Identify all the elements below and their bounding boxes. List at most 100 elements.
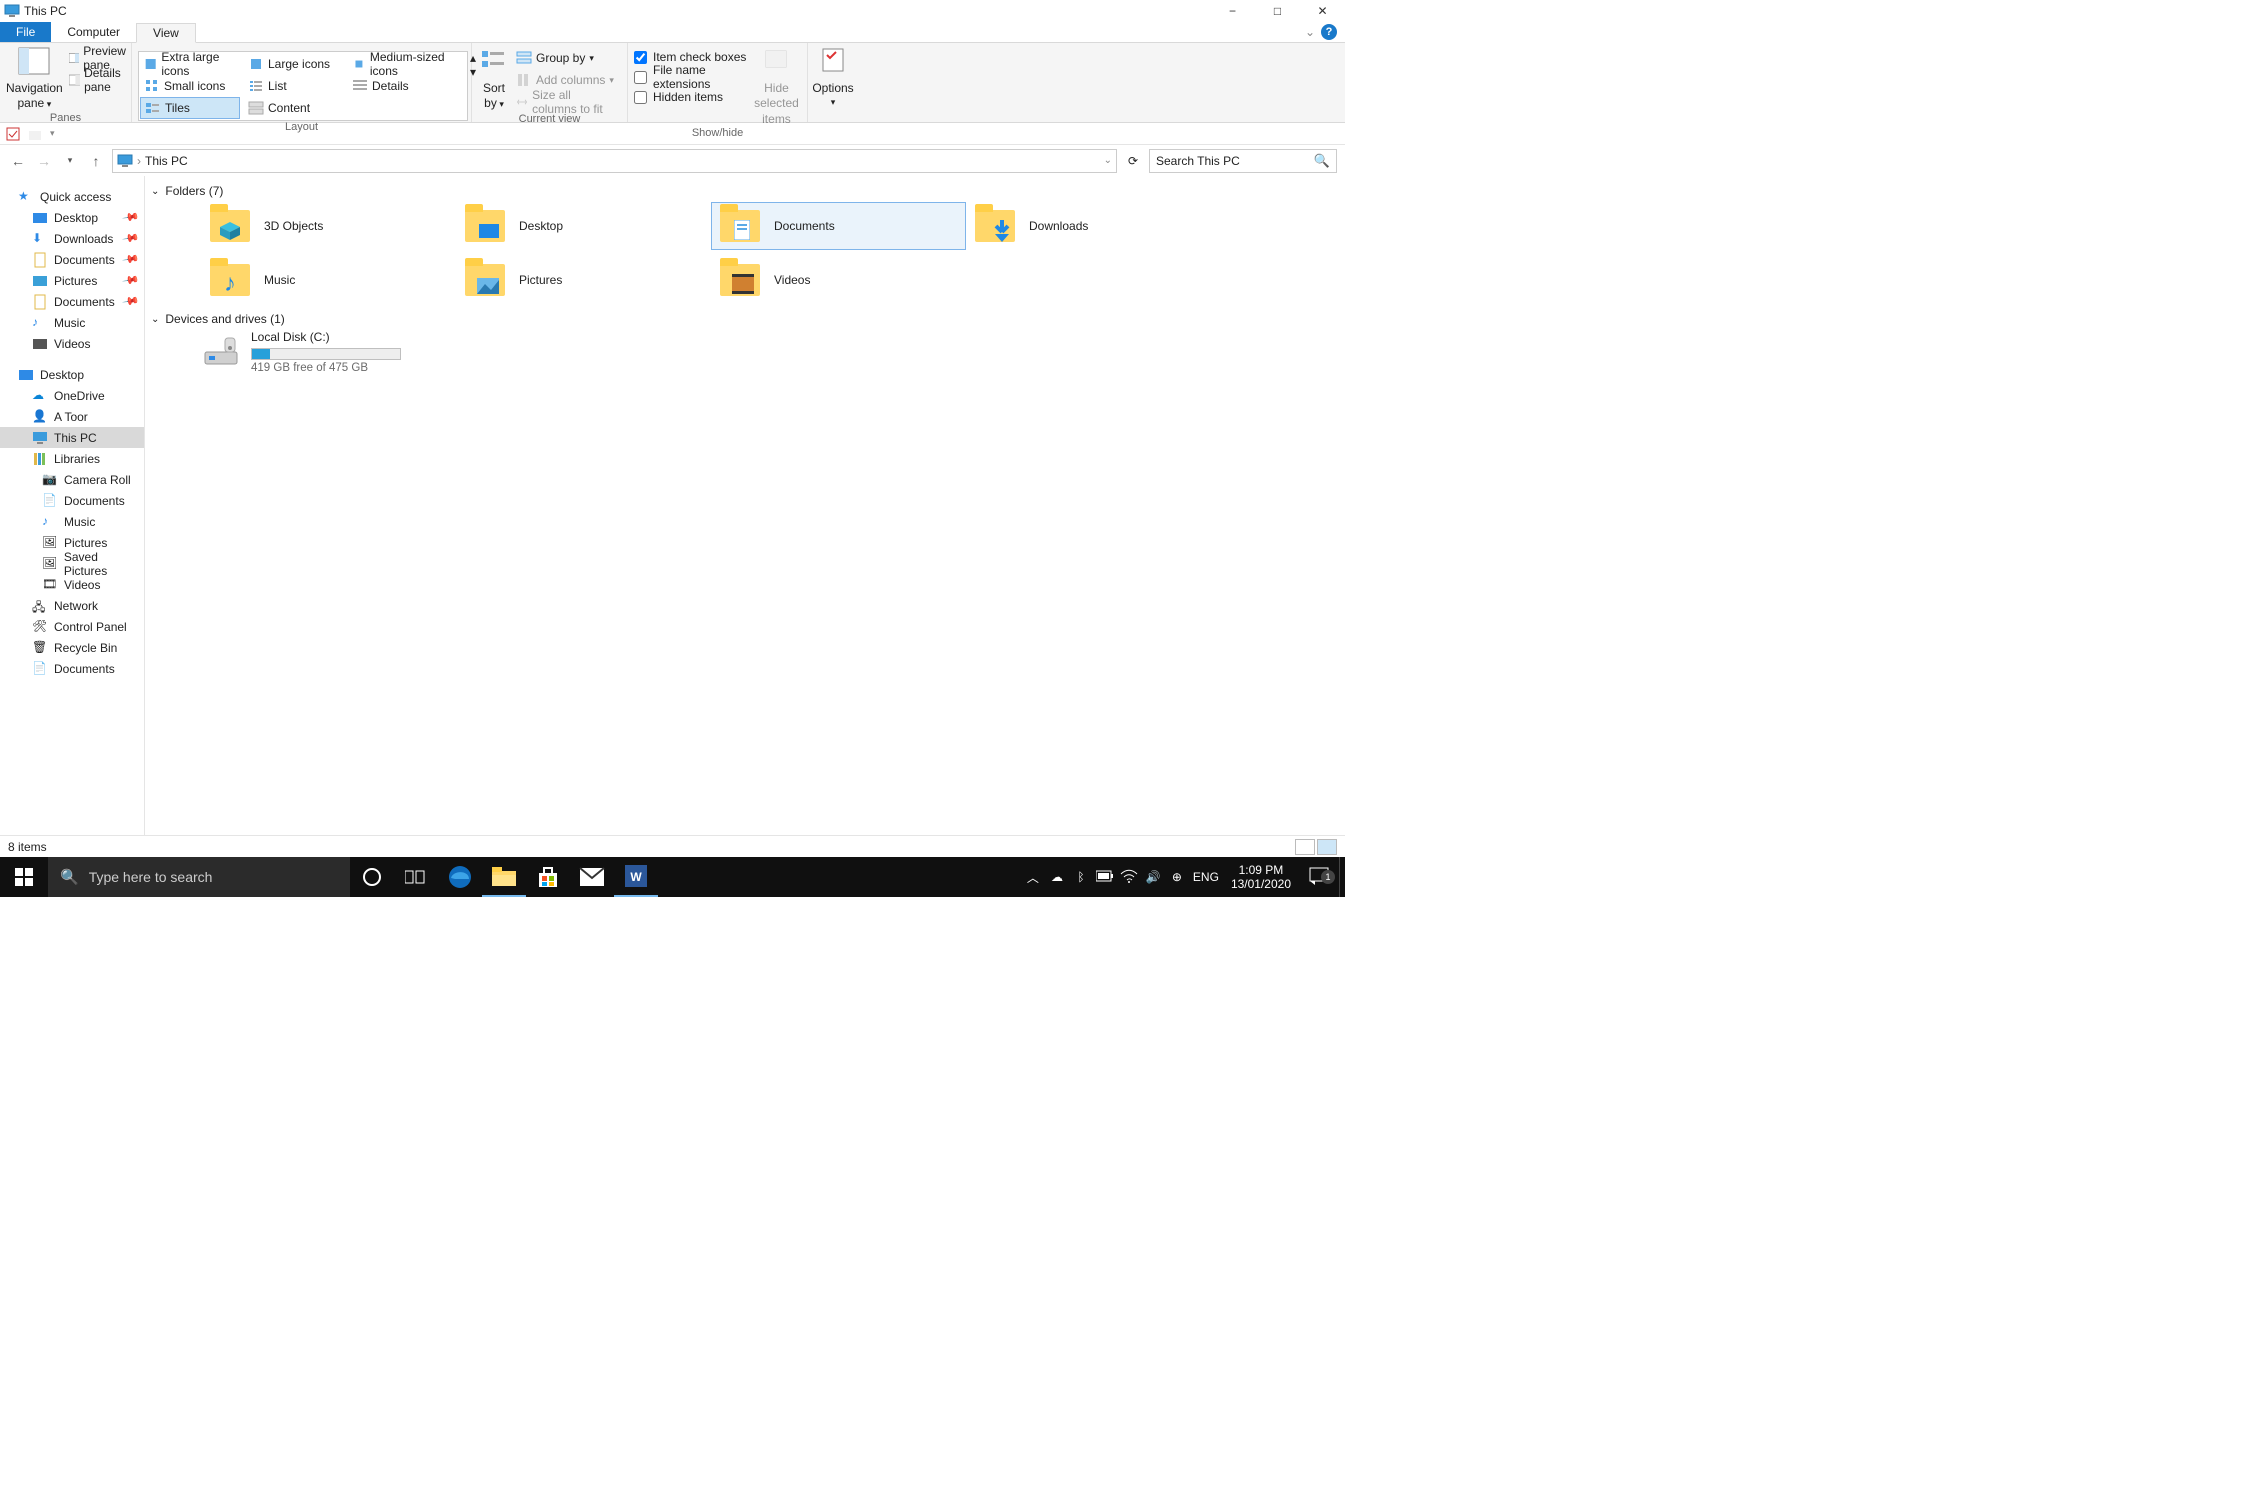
sidebar-item-pictures[interactable]: Pictures📌: [0, 270, 144, 291]
task-view-button[interactable]: [394, 857, 438, 897]
tiles-view-button[interactable]: [1317, 839, 1337, 855]
address-dropdown-icon[interactable]: ⌄: [1104, 155, 1112, 166]
folder-videos[interactable]: Videos: [711, 256, 966, 304]
drive-local-disk-c[interactable]: Local Disk (C:) 419 GB free of 475 GB: [201, 330, 461, 374]
layout-gallery[interactable]: Extra large icons Large icons Medium-siz…: [138, 51, 468, 121]
sidebar-desktop[interactable]: Desktop: [0, 364, 144, 385]
forward-button: →: [34, 153, 54, 169]
sidebar-item-desktop[interactable]: Desktop📌: [0, 207, 144, 228]
notification-count: 1: [1321, 870, 1335, 884]
tray-onedrive-icon[interactable]: ☁: [1045, 870, 1069, 884]
options-button[interactable]: Options▾: [812, 47, 853, 110]
sidebar-lib-documents[interactable]: 📄Documents: [0, 490, 144, 511]
ribbon: Navigation pane ▾ Preview pane Details p…: [0, 43, 1345, 123]
breadcrumb-separator-icon[interactable]: ›: [137, 154, 141, 168]
sidebar-onedrive[interactable]: ☁OneDrive: [0, 385, 144, 406]
taskbar-mail[interactable]: [570, 857, 614, 897]
sidebar-network[interactable]: 🖧Network: [0, 595, 144, 616]
sidebar-lib-videos[interactable]: 🎞Videos: [0, 574, 144, 595]
sidebar-lib-music[interactable]: ♪Music: [0, 511, 144, 532]
group-by-button[interactable]: Group by ▾: [512, 47, 621, 69]
layout-small[interactable]: Small icons: [140, 75, 240, 97]
search-placeholder: Search This PC: [1156, 154, 1240, 168]
cortana-button[interactable]: [350, 857, 394, 897]
taskbar-word[interactable]: W: [614, 857, 658, 897]
sidebar-item-music[interactable]: ♪Music: [0, 312, 144, 333]
taskbar-search[interactable]: 🔍 Type here to search: [48, 857, 350, 897]
sidebar-documents-bottom[interactable]: 📄Documents: [0, 658, 144, 679]
pin-icon: 📌: [122, 292, 141, 311]
details-pane-button[interactable]: Details pane: [65, 69, 136, 91]
sidebar-item-documents-2[interactable]: Documents📌: [0, 291, 144, 312]
sidebar-recycle-bin[interactable]: 🗑Recycle Bin: [0, 637, 144, 658]
folder-3d-objects[interactable]: 3D Objects: [201, 202, 456, 250]
qat-dropdown-icon[interactable]: ▾: [50, 128, 55, 139]
tab-computer[interactable]: Computer: [51, 22, 136, 42]
layout-medium[interactable]: Medium-sized icons: [348, 53, 466, 75]
details-view-button[interactable]: [1295, 839, 1315, 855]
drive-icon: [201, 330, 241, 370]
file-extensions-toggle[interactable]: File name extensions: [634, 67, 750, 87]
pin-icon: 📌: [122, 208, 141, 227]
address-bar[interactable]: › This PC ⌄: [112, 149, 1117, 173]
sidebar-item-documents[interactable]: Documents📌: [0, 249, 144, 270]
layout-content[interactable]: Content: [244, 97, 344, 119]
start-button[interactable]: [0, 857, 48, 897]
tray-overflow-icon[interactable]: ︿: [1021, 869, 1045, 886]
refresh-button[interactable]: ⟳: [1123, 154, 1143, 168]
tray-wifi-icon[interactable]: [1117, 869, 1141, 886]
folder-music[interactable]: ♪Music: [201, 256, 456, 304]
taskbar-edge[interactable]: [438, 857, 482, 897]
maximize-button[interactable]: □: [1255, 0, 1300, 22]
taskbar-store[interactable]: [526, 857, 570, 897]
sidebar-this-pc[interactable]: This PC: [0, 427, 144, 448]
sidebar-quick-access[interactable]: ★Quick access: [0, 186, 144, 207]
sidebar-lib-camera-roll[interactable]: 📷Camera Roll: [0, 469, 144, 490]
properties-icon[interactable]: [6, 127, 20, 141]
hidden-items-toggle[interactable]: Hidden items: [634, 87, 750, 107]
breadcrumb-root[interactable]: This PC: [145, 154, 188, 168]
content-pane: ⌄Folders (7) 3D Objects Desktop ☁Documen…: [145, 176, 1345, 835]
sidebar-item-videos[interactable]: Videos: [0, 333, 144, 354]
help-icon[interactable]: ?: [1321, 24, 1337, 40]
folder-desktop[interactable]: Desktop: [456, 202, 711, 250]
action-center-button[interactable]: 1: [1299, 867, 1339, 888]
search-box[interactable]: Search This PC 🔍: [1149, 149, 1337, 173]
minimize-button[interactable]: −: [1210, 0, 1255, 22]
tray-battery-icon[interactable]: [1093, 870, 1117, 885]
recent-locations-button[interactable]: ▾: [60, 155, 80, 166]
layout-large[interactable]: Large icons: [244, 53, 344, 75]
layout-extra-large[interactable]: Extra large icons: [140, 53, 240, 75]
sidebar-libraries[interactable]: Libraries: [0, 448, 144, 469]
up-button[interactable]: ↑: [86, 153, 106, 169]
tray-volume-icon[interactable]: 🔊: [1141, 870, 1165, 884]
tray-bluetooth-icon[interactable]: ᛒ: [1069, 870, 1093, 884]
layout-list[interactable]: List: [244, 75, 344, 97]
folders-header[interactable]: ⌄Folders (7): [151, 184, 1335, 198]
sort-by-button[interactable]: Sort by ▾: [478, 47, 510, 112]
tray-location-icon[interactable]: ⊕: [1165, 870, 1189, 884]
layout-tiles[interactable]: Tiles: [140, 97, 240, 119]
folder-pictures[interactable]: ☁Pictures: [456, 256, 711, 304]
folder-label: Pictures: [519, 273, 562, 287]
sidebar-user[interactable]: 👤A Toor: [0, 406, 144, 427]
layout-details[interactable]: Details: [348, 75, 466, 97]
tab-file[interactable]: File: [0, 22, 51, 42]
show-desktop-button[interactable]: [1339, 857, 1345, 897]
tray-language[interactable]: ENG: [1189, 870, 1223, 884]
search-icon: 🔍: [1314, 153, 1330, 169]
navigation-pane-button[interactable]: Navigation pane ▾: [6, 47, 63, 112]
close-button[interactable]: ✕: [1300, 0, 1345, 22]
ribbon-collapse-icon[interactable]: ⌄: [1305, 25, 1315, 39]
folder-documents[interactable]: ☁Documents: [711, 202, 966, 250]
drives-header[interactable]: ⌄Devices and drives (1): [151, 312, 1335, 326]
sidebar-control-panel[interactable]: 🛠Control Panel: [0, 616, 144, 637]
back-button[interactable]: ←: [8, 153, 28, 169]
sidebar-lib-saved-pictures[interactable]: 🖼Saved Pictures: [0, 553, 144, 574]
taskbar-explorer[interactable]: [482, 857, 526, 897]
tray-clock[interactable]: 1:09 PM 13/01/2020: [1223, 863, 1299, 892]
tab-view[interactable]: View: [136, 23, 196, 43]
sidebar-item-downloads[interactable]: ⬇Downloads📌: [0, 228, 144, 249]
tray-time: 1:09 PM: [1231, 863, 1291, 877]
folder-downloads[interactable]: Downloads: [966, 202, 1221, 250]
